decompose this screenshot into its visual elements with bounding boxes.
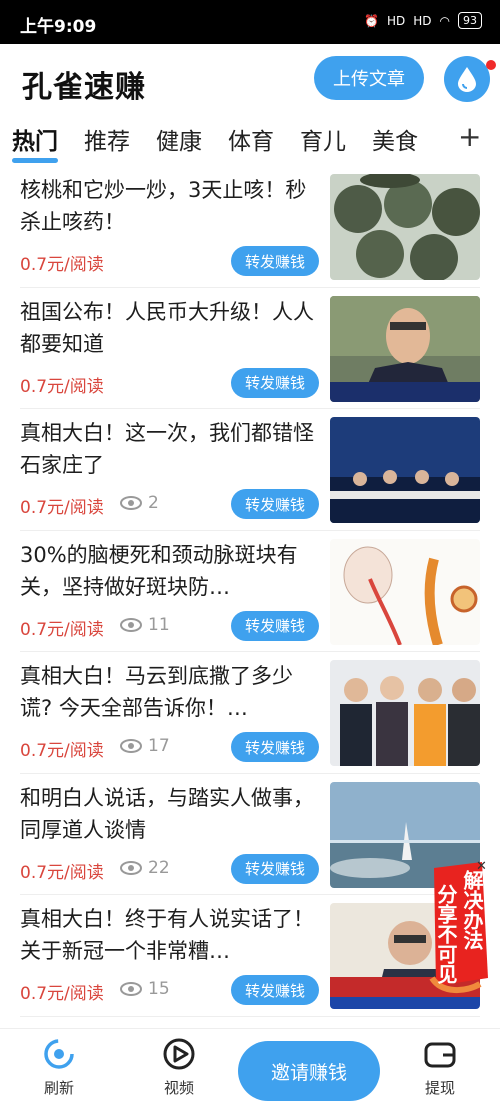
share-earn-button[interactable]: 转发赚钱: [231, 975, 319, 1005]
battery-indicator: 93: [458, 12, 482, 29]
active-tab-indicator: [12, 158, 58, 163]
view-count: 22: [120, 858, 170, 878]
video-play-icon: [163, 1038, 195, 1070]
view-count-value: 22: [148, 857, 170, 878]
network-hd-2: HD: [413, 13, 432, 28]
article-price: 0.7元/阅读: [20, 619, 104, 640]
article-title[interactable]: 祖国公布！人民币大升级！人人都要知道: [20, 296, 316, 360]
bottom-navigation: 刷新 视频 邀请赚钱 提现: [0, 1028, 500, 1111]
article-price: 0.7元/阅读: [20, 862, 104, 883]
article-item-partial: [0, 1017, 500, 1029]
tab-food[interactable]: 美食: [372, 122, 418, 156]
article-price: 0.7元/阅读: [20, 376, 104, 397]
tab-parenting[interactable]: 育儿: [300, 122, 346, 156]
eye-icon: [120, 617, 142, 632]
tab-sports[interactable]: 体育: [228, 122, 274, 156]
water-drop-icon: [458, 67, 476, 92]
eye-icon: [120, 496, 142, 510]
article-price: 0.7元/阅读: [20, 741, 104, 761]
wifi-icon: ◠: [439, 13, 450, 28]
status-time: 上午9:09: [20, 17, 97, 37]
wallet-icon: [424, 1042, 456, 1068]
article-item[interactable]: 真相大白！这一次，我们都错怪石家庄了 0.7元/阅读 2 转发赚钱: [0, 409, 500, 531]
app-header: 孔雀速赚 上传文章: [0, 44, 500, 114]
category-tabs: 热门 推荐 健康 体育 育儿 美食 +: [0, 114, 500, 166]
article-thumbnail[interactable]: [330, 417, 480, 523]
article-title[interactable]: 和明白人说话，与踏实人做事，同厚道人谈情: [20, 782, 316, 846]
article-item[interactable]: 和明白人说话，与踏实人做事，同厚道人谈情 0.7元/阅读 22 转发赚钱: [0, 774, 500, 895]
nav-withdraw-label: 提现: [424, 1079, 455, 1097]
tab-recommend[interactable]: 推荐: [84, 122, 130, 156]
nav-refresh-label: 刷新: [43, 1079, 74, 1097]
share-earn-button[interactable]: 转发赚钱: [231, 610, 319, 641]
tab-hot[interactable]: 热门: [12, 122, 58, 156]
share-earn-button[interactable]: 转发赚钱: [231, 853, 319, 884]
article-price: 0.7元/阅读: [20, 498, 104, 518]
article-item[interactable]: 核桃和它炒一炒，3天止咳！秒杀止咳药！ 0.7元/阅读 转发赚钱: [0, 166, 500, 288]
view-count: 17: [120, 736, 170, 756]
view-count-value: 17: [148, 736, 170, 756]
article-price: 0.7元/阅读: [20, 255, 104, 275]
drop-button[interactable]: [444, 56, 490, 102]
banner-text-solution: 解决办法: [460, 870, 484, 950]
share-earn-button[interactable]: 转发赚钱: [231, 246, 319, 276]
eye-icon: [120, 860, 142, 875]
invite-earn-button[interactable]: 邀请赚钱: [238, 1041, 380, 1101]
app-title: 孔雀速赚: [22, 70, 146, 105]
article-price: 0.7元/阅读: [20, 984, 104, 1004]
status-icons: ⏰ HD HD ◠ 93: [364, 12, 482, 29]
view-count: 11: [120, 615, 170, 635]
nav-video-label: 视频: [163, 1079, 194, 1097]
article-thumbnail[interactable]: [330, 174, 480, 280]
banner-text-share: 分享不可见: [434, 884, 458, 984]
network-hd-1: HD: [386, 13, 406, 28]
tab-health[interactable]: 健康: [156, 122, 202, 156]
share-earn-button[interactable]: 转发赚钱: [231, 732, 319, 762]
alarm-icon: ⏰: [364, 13, 379, 28]
view-count-value: 11: [148, 614, 170, 635]
nav-refresh[interactable]: 刷新: [29, 1037, 89, 1098]
view-count: 2: [120, 493, 159, 513]
add-tab-button[interactable]: +: [458, 120, 481, 153]
article-title[interactable]: 真相大白！终于有人说实话了！关于新冠一个非常糟…: [20, 903, 316, 967]
article-title[interactable]: 30%的脑梗死和颈动脉斑块有关，坚持做好斑块防…: [20, 539, 316, 603]
article-item[interactable]: 真相大白！终于有人说实话了！关于新冠一个非常糟… 0.7元/阅读 15 转发赚钱: [0, 895, 500, 1017]
eye-icon: [120, 982, 142, 996]
view-count-value: 2: [148, 493, 159, 513]
status-bar: 上午9:09 ⏰ HD HD ◠ 93: [0, 0, 500, 44]
view-count-value: 15: [148, 979, 170, 999]
nav-video[interactable]: 视频: [149, 1037, 209, 1098]
share-earn-button[interactable]: 转发赚钱: [231, 489, 319, 519]
article-title[interactable]: 核桃和它炒一炒，3天止咳！秒杀止咳药！: [20, 174, 316, 238]
article-thumbnail[interactable]: [330, 538, 480, 645]
notification-dot: [486, 60, 496, 70]
article-item[interactable]: 祖国公布！人民币大升级！人人都要知道 0.7元/阅读 转发赚钱: [0, 288, 500, 409]
article-item[interactable]: 真相大白！马云到底撒了多少谎? 今天全部告诉你！… 0.7元/阅读 17 转发赚…: [0, 652, 500, 774]
upload-article-button[interactable]: 上传文章: [314, 56, 424, 100]
eye-icon: [120, 739, 142, 753]
article-thumbnail[interactable]: [330, 660, 480, 766]
article-title[interactable]: 真相大白！马云到底撒了多少谎? 今天全部告诉你！…: [20, 660, 316, 724]
refresh-icon: [44, 1039, 74, 1069]
article-title[interactable]: 真相大白！这一次，我们都错怪石家庄了: [20, 417, 316, 481]
article-list: 核桃和它炒一炒，3天止咳！秒杀止咳药！ 0.7元/阅读 转发赚钱 祖国公布！人民…: [0, 166, 500, 1028]
article-item[interactable]: 30%的脑梗死和颈动脉斑块有关，坚持做好斑块防… 0.7元/阅读 11 转发赚钱: [0, 531, 500, 652]
share-earn-button[interactable]: 转发赚钱: [231, 367, 319, 398]
view-count: 15: [120, 979, 170, 999]
share-invisible-banner[interactable]: ✕ 分享不可见 解决办法: [426, 858, 492, 994]
nav-withdraw[interactable]: 提现: [410, 1037, 470, 1098]
article-thumbnail[interactable]: [330, 295, 480, 402]
